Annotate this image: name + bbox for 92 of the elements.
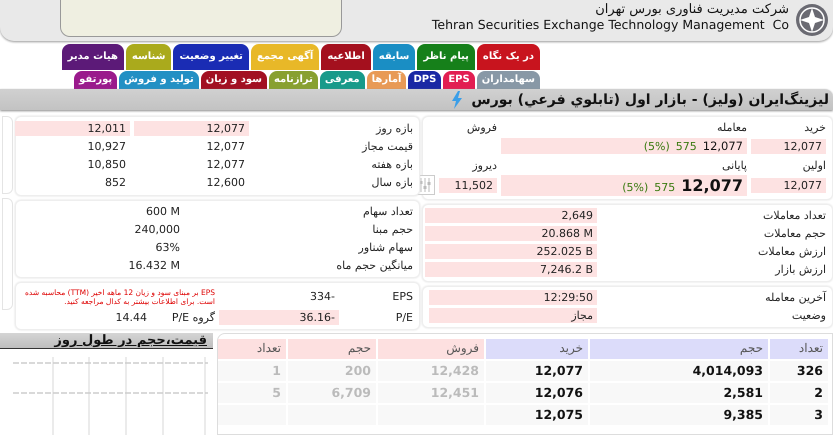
eps-label: EPS [391, 290, 413, 304]
table-cell: 2,581 [590, 382, 768, 403]
table-cell: 5 [218, 382, 286, 403]
tab[interactable]: ترازنامه [268, 70, 318, 90]
tab[interactable]: پیام ناظر [417, 44, 475, 70]
range-label: بازه سال [370, 176, 413, 190]
tab[interactable]: اطلاعیه [321, 44, 371, 70]
share-value: 600 M [145, 204, 181, 220]
chart-title: قیمت،حجم در طول روز [0, 332, 213, 349]
tab[interactable]: شناسه [126, 44, 172, 70]
status-value: مجاز [429, 308, 597, 324]
buy-price: 12,077 [751, 138, 826, 154]
table-cell: 1 [218, 360, 286, 381]
range-high: 12,600 [206, 175, 246, 190]
yesterday-price: 11,502 [439, 178, 497, 193]
lightning-icon [451, 90, 464, 109]
tab[interactable]: معرفی [320, 70, 365, 90]
range-high: 12,077 [134, 121, 249, 136]
company-name: شرکت مدیریت فناوری بورس تهران [594, 2, 789, 17]
share-value: 63% [154, 240, 181, 256]
range-label: بازه روز [374, 122, 413, 136]
share-label: میانگین حجم ماه [335, 259, 413, 272]
table-cell: 3 [770, 404, 828, 425]
stat-label: ارزش معاملات [757, 245, 826, 258]
range-low: 10,927 [86, 139, 127, 154]
column-header: حجم [288, 338, 376, 359]
stat-label: تعداد معاملات [762, 209, 826, 222]
table-cell: 12,428 [378, 360, 484, 381]
share-label: تعداد سهام [362, 205, 413, 218]
group-pe-value: 14.44 [114, 310, 148, 326]
tab[interactable]: سابقه [372, 44, 416, 70]
label: پایانی [720, 158, 747, 172]
range-low: 10,850 [86, 157, 127, 172]
table-cell: 2 [770, 382, 828, 403]
pe-label: P/E [394, 311, 413, 324]
company-name-english: Tehran Securities Exchange Technology Management Co [432, 17, 789, 32]
table-cell: 326 [770, 360, 828, 381]
range-low: 852 [104, 175, 127, 190]
column-header: فروش [378, 338, 484, 359]
column-header: حجم [590, 338, 768, 359]
close-price-cell: (5%) 575 12,077 [501, 174, 747, 196]
table-cell: 200 [288, 360, 376, 381]
status-value: 12:29:50 [429, 290, 597, 306]
share-value: 16.432 M [128, 258, 181, 274]
pe-value: 36.16- [219, 310, 339, 326]
range-high: 12,077 [206, 157, 246, 172]
stat-value: 7,246.2 B [425, 262, 597, 278]
table-cell: 12,076 [486, 382, 588, 403]
status-label: وضعیت [790, 309, 826, 322]
table-cell: 12,075 [486, 404, 588, 425]
tab[interactable]: در یک نگاه [476, 44, 540, 70]
share-label: سهام شناور [357, 241, 413, 254]
range-label: قیمت مجاز [360, 140, 413, 154]
range-high: 12,077 [206, 139, 246, 154]
logo-icon [795, 3, 829, 37]
label: اولین [802, 158, 826, 172]
stat-value: 2,649 [425, 208, 597, 224]
first-price: 12,077 [751, 178, 826, 193]
tab[interactable]: تغییر وضعیت [173, 44, 249, 70]
tab[interactable]: پورتفو [74, 70, 118, 90]
range-label: بازه هفته [370, 158, 413, 172]
stat-label: ارزش بازار [774, 263, 826, 276]
column-header: خرید [486, 338, 588, 359]
tab[interactable]: DPS [408, 70, 442, 90]
range-low: 12,011 [15, 121, 130, 136]
share-label: حجم مبنا [371, 223, 413, 236]
share-value: 240,000 [134, 222, 181, 238]
table-cell: 12,451 [378, 382, 484, 403]
tab[interactable]: تولید و فروش [119, 70, 199, 90]
tab[interactable]: EPS [443, 70, 475, 90]
column-header: تعداد [218, 338, 286, 359]
label: معامله [716, 121, 747, 134]
table-cell: 12,077 [486, 360, 588, 381]
tab[interactable]: سهامداران [476, 70, 540, 90]
status-label: آخرین معامله [764, 291, 826, 304]
label: خرید [803, 121, 826, 134]
tab[interactable]: سود و زیان [200, 70, 267, 90]
deal-price-cell: (5%) 575 12,077 [501, 138, 747, 154]
column-header: تعداد [770, 338, 828, 359]
table-cell: 9,385 [590, 404, 768, 425]
eps-value: 334- [309, 289, 336, 304]
table-cell [218, 404, 286, 425]
label: دیروز [472, 158, 497, 172]
stat-value: 20.868 M [425, 226, 597, 242]
tab[interactable]: هیات مدیر [62, 44, 124, 70]
label: فروش [466, 121, 497, 134]
stat-label: حجم معاملات [762, 227, 826, 240]
stat-value: 252.025 B [425, 244, 597, 260]
group-pe-label: گروه P/E [170, 311, 215, 324]
table-cell: 6,709 [288, 382, 376, 403]
stock-title: لیزینگ‌ایران (ولیز) - بازار اول (تابلوي فرعي) بورس [471, 92, 829, 108]
table-cell: 4,014,093 [590, 360, 768, 381]
